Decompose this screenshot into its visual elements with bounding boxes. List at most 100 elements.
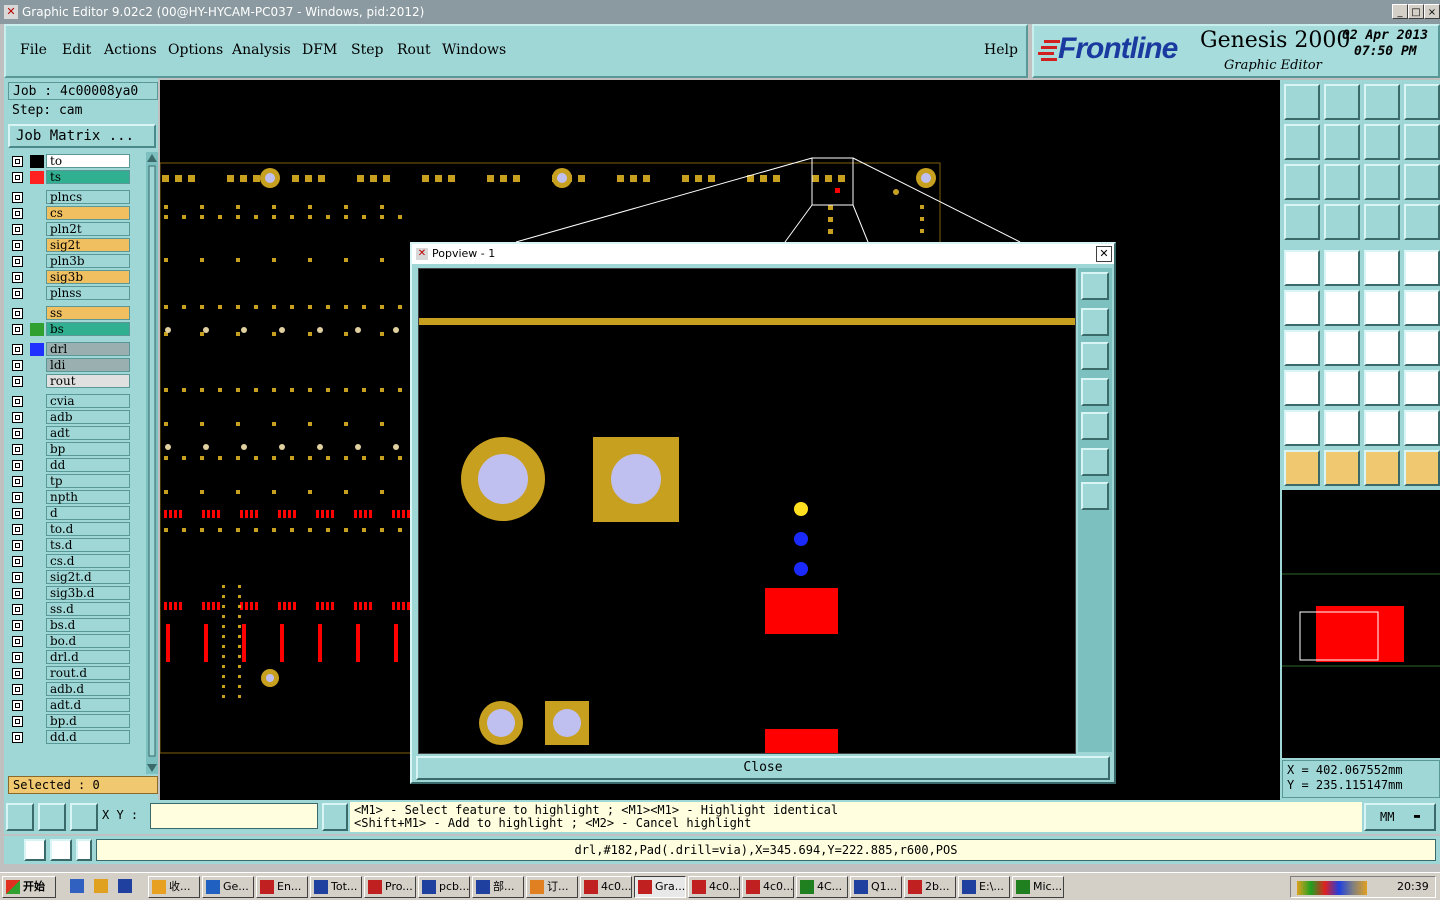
layer-checkbox[interactable] xyxy=(12,588,23,599)
layer-row[interactable]: ss.d xyxy=(8,602,146,617)
layer-checkbox[interactable] xyxy=(12,208,23,219)
taskbar-item[interactable]: Gra... xyxy=(634,876,686,898)
taskbar-item[interactable]: 订... xyxy=(526,876,578,898)
layer-name[interactable]: ss.d xyxy=(46,602,130,616)
layer-name[interactable]: cs xyxy=(46,206,130,220)
taskbar-item[interactable]: 4c0... xyxy=(742,876,794,898)
popview-close-icon[interactable]: ✕ xyxy=(1096,246,1112,262)
copy-point-icon[interactable] xyxy=(1404,290,1440,326)
copper-trace[interactable] xyxy=(419,318,1075,325)
measure-red-icon[interactable] xyxy=(1364,204,1400,240)
menu-edit[interactable]: Edit xyxy=(62,42,91,58)
window-title-bar[interactable]: ✕ Graphic Editor 9.02c2 (00@HY-HYCAM-PC0… xyxy=(0,0,1440,24)
layer-row[interactable]: bo.d xyxy=(8,634,146,649)
layer-name[interactable]: to xyxy=(46,154,130,168)
settings-icon[interactable] xyxy=(1284,204,1320,240)
layer-name[interactable]: drl xyxy=(46,342,130,356)
layer-row[interactable]: bp xyxy=(8,442,146,457)
layer-checkbox[interactable] xyxy=(12,272,23,283)
layer-row[interactable]: cs.d xyxy=(8,554,146,569)
layer-checkbox[interactable] xyxy=(12,572,23,583)
layer-row[interactable]: rout xyxy=(8,374,146,389)
layer-name[interactable]: bs.d xyxy=(46,618,130,632)
layer-name[interactable]: sig3b xyxy=(46,270,130,284)
layer-row[interactable]: sig3b.d xyxy=(8,586,146,601)
menu-help[interactable]: Help xyxy=(984,42,1018,58)
status-menu-icon[interactable] xyxy=(76,839,92,861)
next-icon[interactable] xyxy=(1324,124,1360,160)
layer-row[interactable]: npth xyxy=(8,490,146,505)
menu-windows[interactable]: Windows xyxy=(442,42,506,58)
undo-icon[interactable] xyxy=(1364,124,1400,160)
layer-checkbox[interactable] xyxy=(12,652,23,663)
arc-icon[interactable] xyxy=(1364,330,1400,366)
layer-row[interactable]: to xyxy=(8,154,146,169)
quick-launch-icon[interactable] xyxy=(94,879,108,893)
layer-checkbox[interactable] xyxy=(12,256,23,267)
layer-name[interactable]: ss xyxy=(46,306,130,320)
taskbar-item[interactable]: Q1... xyxy=(850,876,902,898)
quick-launch-icon[interactable] xyxy=(118,879,132,893)
taskbar-item[interactable]: 4c0... xyxy=(580,876,632,898)
layer-checkbox[interactable] xyxy=(12,604,23,615)
layer-name[interactable]: pln2t xyxy=(46,222,130,236)
ruler-icon[interactable] xyxy=(1364,250,1400,286)
layer-row[interactable]: ldi xyxy=(8,358,146,373)
layer-checkbox[interactable] xyxy=(12,668,23,679)
layer-name[interactable]: drl.d xyxy=(46,650,130,664)
layer-row[interactable]: d xyxy=(8,506,146,521)
query-icon[interactable] xyxy=(1404,164,1440,200)
taskbar-item[interactable]: 2b... xyxy=(904,876,956,898)
layer-down-icon[interactable] xyxy=(1324,84,1360,120)
grid-icon[interactable] xyxy=(70,803,98,831)
layer-checkbox[interactable] xyxy=(12,716,23,727)
layer-name[interactable]: npth xyxy=(46,490,130,504)
taskbar-item[interactable]: Pro... xyxy=(364,876,416,898)
layer-row[interactable]: bs.d xyxy=(8,618,146,633)
cut-icon[interactable] xyxy=(1324,370,1360,406)
layer-checkbox[interactable] xyxy=(12,240,23,251)
layer-checkbox[interactable] xyxy=(12,224,23,235)
layer-name[interactable]: adt.d xyxy=(46,698,130,712)
line-icon[interactable] xyxy=(1324,330,1360,366)
select-box-icon[interactable] xyxy=(1324,450,1360,486)
taskbar-item[interactable]: pcb... xyxy=(418,876,470,898)
layer-name[interactable]: plnss xyxy=(46,286,130,300)
via[interactable] xyxy=(794,562,808,576)
mirror-icon[interactable] xyxy=(1404,330,1440,366)
minimize-button[interactable]: _ xyxy=(1392,4,1408,19)
job-matrix-button[interactable]: Job Matrix ... xyxy=(8,124,156,148)
quick-launch-icon[interactable] xyxy=(70,879,84,893)
layer-name[interactable]: rout.d xyxy=(46,666,130,680)
layer-checkbox[interactable] xyxy=(12,508,23,519)
layer-name[interactable]: bs xyxy=(46,322,130,336)
close-window-button[interactable]: × xyxy=(1424,4,1440,19)
layer-name[interactable]: ts xyxy=(46,170,130,184)
layer-checkbox[interactable] xyxy=(12,444,23,455)
layer-up-icon[interactable] xyxy=(1284,84,1320,120)
layer-name[interactable]: adt xyxy=(46,426,130,440)
layer-row[interactable]: ts xyxy=(8,170,146,185)
layer-row[interactable]: adt.d xyxy=(8,698,146,713)
layer-name[interactable]: ts.d xyxy=(46,538,130,552)
snap-icon[interactable] xyxy=(6,803,34,831)
angle-icon[interactable] xyxy=(1284,330,1320,366)
layer-row[interactable]: drl xyxy=(8,342,146,357)
highlighted-via[interactable] xyxy=(794,502,808,516)
circle-icon[interactable] xyxy=(1404,250,1440,286)
layer-name[interactable]: adb.d xyxy=(46,682,130,696)
layer-checkbox[interactable] xyxy=(12,344,23,355)
triangle-red-icon[interactable] xyxy=(1284,410,1320,446)
layer-checkbox[interactable] xyxy=(12,308,23,319)
maximize-button[interactable]: □ xyxy=(1408,4,1424,19)
layer-name[interactable]: sig2t xyxy=(46,238,130,252)
menu-step[interactable]: Step xyxy=(351,42,383,58)
layer-name[interactable]: bo.d xyxy=(46,634,130,648)
redraw-icon[interactable] xyxy=(1404,124,1440,160)
measure-red-alt-icon[interactable] xyxy=(1404,204,1440,240)
layer-checkbox[interactable] xyxy=(12,636,23,647)
taskbar-item[interactable]: 收... xyxy=(148,876,200,898)
layer-checkbox[interactable] xyxy=(12,288,23,299)
layer-row[interactable]: dd xyxy=(8,458,146,473)
popview-zoom-in-icon[interactable] xyxy=(1081,448,1109,476)
